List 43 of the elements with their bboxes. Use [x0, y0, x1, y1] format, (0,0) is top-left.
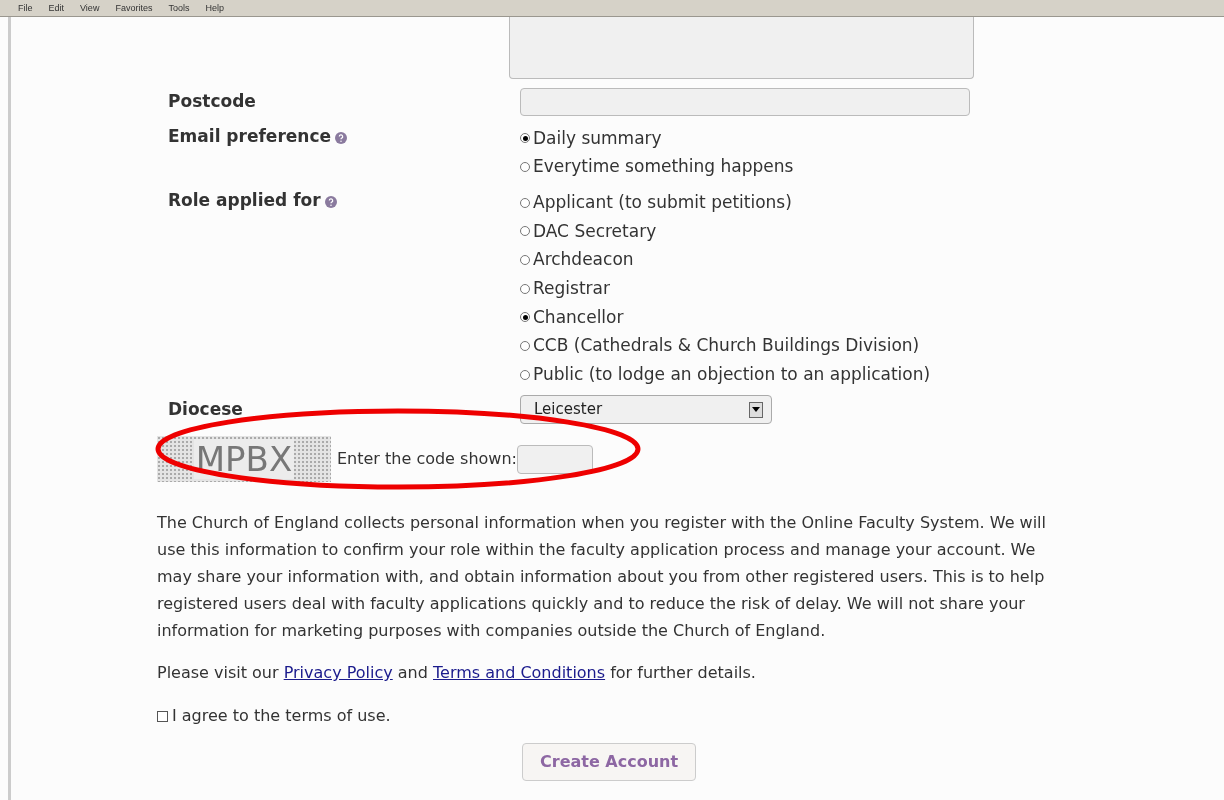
- radio-label: Applicant (to submit petitions): [533, 190, 792, 214]
- radio-button[interactable]: [520, 133, 530, 144]
- radio-button[interactable]: [520, 312, 530, 323]
- field-label: Email preference: [168, 126, 331, 146]
- agree-checkbox[interactable]: [157, 710, 168, 722]
- radio-button[interactable]: [520, 226, 530, 237]
- radio-label: CCB (Cathedrals & Church Buildings Division): [533, 334, 920, 358]
- help-icon[interactable]: [335, 131, 347, 144]
- privacy-policy-link[interactable]: Privacy Policy: [283, 663, 393, 683]
- menu-item[interactable]: Help: [205, 3, 224, 13]
- help-icon[interactable]: [324, 195, 337, 208]
- create-account-button[interactable]: Create Account: [522, 743, 697, 782]
- captcha-code: MPBX: [193, 439, 295, 480]
- diocese-dropdown[interactable]: Leicester: [520, 395, 772, 425]
- radio-label: Daily summary: [533, 126, 662, 150]
- radio-label: DAC Secretary: [533, 219, 657, 243]
- radio-button[interactable]: [520, 162, 530, 173]
- field-label: Postcode: [168, 91, 256, 112]
- field-label: Diocese: [168, 398, 243, 419]
- privacy-paragraph: The Church of England collects personal information when you register with the Online Faculty System. We will use this information to confirm your role within the faculty application process and manage your account. We may share your information with, and obtain information about you from other registered users. This is to help registered users deal with faculty applications quickly and to reduce the risk of delay. We will not share your information for marketing purposes with companies outside the Church of England.: [156, 512, 1047, 643]
- agree-label: I agree to the terms of use.: [172, 705, 391, 728]
- radio-label: Archdeacon: [533, 248, 634, 272]
- field-label: Role applied for: [168, 190, 321, 211]
- textarea-field[interactable]: [509, 17, 974, 79]
- menu-item[interactable]: Tools: [168, 3, 190, 13]
- radio-button[interactable]: [520, 369, 530, 380]
- captcha-field[interactable]: [516, 444, 593, 474]
- details-sentence: Please visit our Privacy Policy and Terms and Conditions for further details.: [156, 662, 757, 685]
- radio-label: Public (to lodge an objection to an application): [533, 363, 931, 387]
- menu-item[interactable]: View: [80, 3, 100, 13]
- radio-button[interactable]: [520, 197, 530, 208]
- menu-item[interactable]: Favorites: [115, 3, 153, 13]
- terms-link[interactable]: Terms and Conditions: [433, 663, 606, 683]
- radio-label: Registrar: [533, 277, 610, 301]
- radio-button[interactable]: [520, 341, 530, 352]
- radio-label: Chancellor: [533, 305, 624, 329]
- menu-item[interactable]: Edit: [48, 3, 65, 13]
- radio-button[interactable]: [520, 255, 530, 266]
- captcha-label: Enter the code shown:: [337, 448, 517, 471]
- radio-label: Everytime something happens: [533, 155, 794, 179]
- postcode-field[interactable]: [520, 88, 970, 116]
- menu-item[interactable]: File: [18, 3, 33, 13]
- radio-button[interactable]: [520, 283, 530, 294]
